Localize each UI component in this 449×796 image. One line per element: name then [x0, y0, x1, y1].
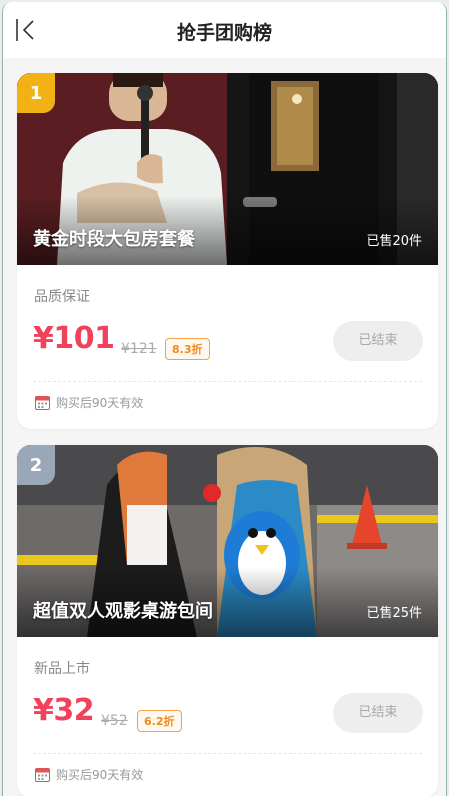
rank-badge: 1: [17, 73, 55, 113]
product-name: 黄金时段大包房套餐: [33, 229, 195, 250]
rank-badge: 2: [17, 445, 55, 485]
deal-card[interactable]: 1 黄金时段大包房套餐 已售20件 品质保证 ¥101 ¥121 8.3折 已结…: [17, 73, 438, 429]
validity-row: 购买后90天有效: [35, 765, 143, 783]
discount-badge: 6.2折: [137, 710, 182, 732]
original-price: ¥121: [121, 341, 157, 357]
page-title: 抢手团购榜: [176, 22, 272, 44]
current-price: ¥101: [33, 321, 115, 356]
original-price: ¥52: [101, 713, 128, 729]
calendar-icon: [35, 395, 50, 410]
validity-text: 购买后90天有效: [56, 767, 144, 782]
calendar-icon: [35, 767, 50, 782]
ended-button[interactable]: 已结束: [333, 321, 423, 361]
current-price: ¥32: [33, 693, 95, 728]
screen: 抢手团购榜 1 黄金时段大包房套餐 已售20件 品质保证 ¥101 ¥121 8…: [0, 0, 449, 796]
product-name: 超值双人观影桌游包间: [33, 601, 213, 622]
discount-badge: 8.3折: [165, 338, 210, 360]
product-tag: 新品上市: [34, 661, 90, 677]
app-view: 抢手团购榜 1 黄金时段大包房套餐 已售20件 品质保证 ¥101 ¥121 8…: [2, 2, 447, 796]
deal-card[interactable]: 2 超值双人观影桌游包间 已售25件 新品上市 ¥32 ¥52 6.2折 已结束: [17, 445, 438, 796]
product-tag: 品质保证: [34, 289, 90, 305]
validity-text: 购买后90天有效: [56, 395, 144, 410]
price-row: ¥101 ¥121 8.3折 已结束: [33, 321, 423, 365]
sold-count: 已售20件: [366, 234, 422, 249]
price-row: ¥32 ¥52 6.2折 已结束: [33, 693, 423, 737]
top-bar: 抢手团购榜: [3, 2, 446, 58]
deal-photo: 1 黄金时段大包房套餐 已售20件: [17, 73, 438, 265]
divider: [33, 753, 422, 754]
sold-count: 已售25件: [366, 606, 422, 621]
divider: [33, 381, 422, 382]
validity-row: 购买后90天有效: [35, 393, 143, 411]
deal-photo: 2 超值双人观影桌游包间 已售25件: [17, 445, 438, 637]
ended-button[interactable]: 已结束: [333, 693, 423, 733]
